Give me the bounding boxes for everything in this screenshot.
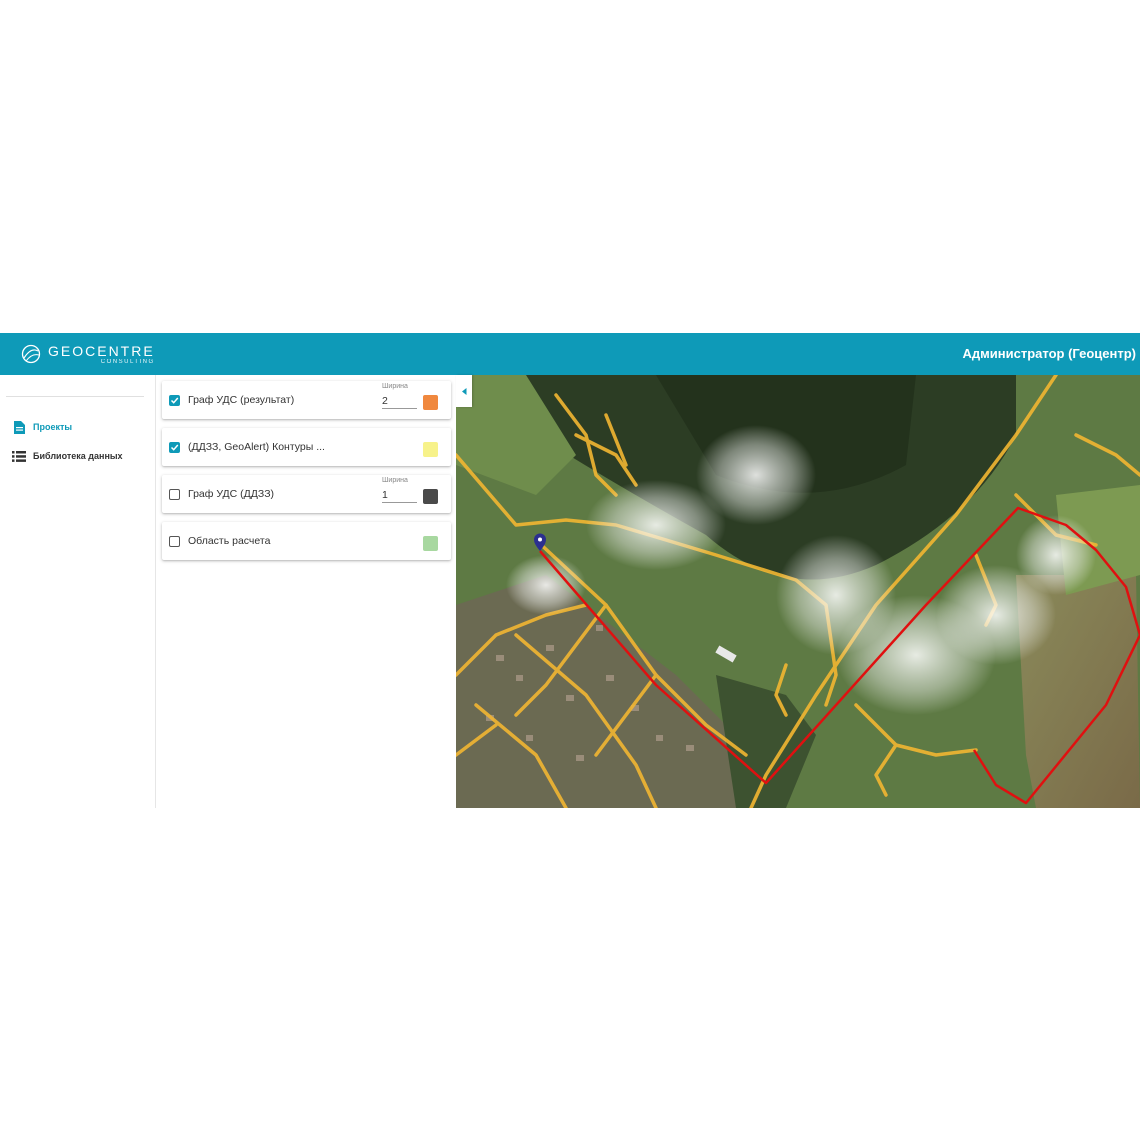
layer-card: Граф УДС (ДДЗЗ) Ширина 1 [162,475,451,513]
sidebar-item-label: Библиотека данных [33,451,123,461]
layer-card: Область расчета [162,522,451,560]
layer-visibility-checkbox[interactable] [169,536,180,547]
logo-mark-icon [20,343,42,365]
sidebar-item-data-library[interactable]: Библиотека данных [12,445,123,467]
chevron-left-icon [461,382,467,400]
layers-panel: Граф УДС (результат) Ширина 2 (ДДЗЗ, Geo… [156,375,456,808]
layer-color-swatch[interactable] [423,489,438,504]
width-label: Ширина [382,477,408,484]
list-icon [12,449,26,463]
width-input[interactable]: 1 [382,487,417,503]
document-icon [12,420,26,434]
layer-visibility-checkbox[interactable] [169,395,180,406]
width-input[interactable]: 2 [382,393,417,409]
layer-color-swatch[interactable] [423,395,438,410]
logo[interactable]: GEOCENTRE CONSULTING [20,339,155,369]
layer-card: Граф УДС (результат) Ширина 2 [162,381,451,419]
nav-divider [6,396,144,397]
logo-subtitle: CONSULTING [100,358,155,365]
layer-visibility-checkbox[interactable] [169,442,180,453]
top-bar: GEOCENTRE CONSULTING Администратор (Геоц… [0,333,1140,375]
sidebar-item-projects[interactable]: Проекты [12,416,72,438]
layer-name: Граф УДС (результат) [188,394,295,406]
app-window: GEOCENTRE CONSULTING Администратор (Геоц… [0,333,1140,808]
logo-name: GEOCENTRE [48,342,155,359]
user-name[interactable]: Администратор (Геоцентр) [963,346,1136,361]
layer-name: Область расчета [188,535,271,547]
layer-visibility-checkbox[interactable] [169,489,180,500]
sidebar-nav: Проекты Библиотека данных [0,375,156,808]
width-label: Ширина [382,383,408,390]
map-view[interactable] [456,375,1140,808]
layer-name: (ДДЗЗ, GeoAlert) Контуры ... [188,441,325,453]
layer-name: Граф УДС (ДДЗЗ) [188,488,275,500]
layer-color-swatch[interactable] [423,442,438,457]
layer-card: (ДДЗЗ, GeoAlert) Контуры ... [162,428,451,466]
layer-color-swatch[interactable] [423,536,438,551]
collapse-panel-button[interactable] [456,375,472,407]
sidebar-item-label: Проекты [33,422,73,432]
